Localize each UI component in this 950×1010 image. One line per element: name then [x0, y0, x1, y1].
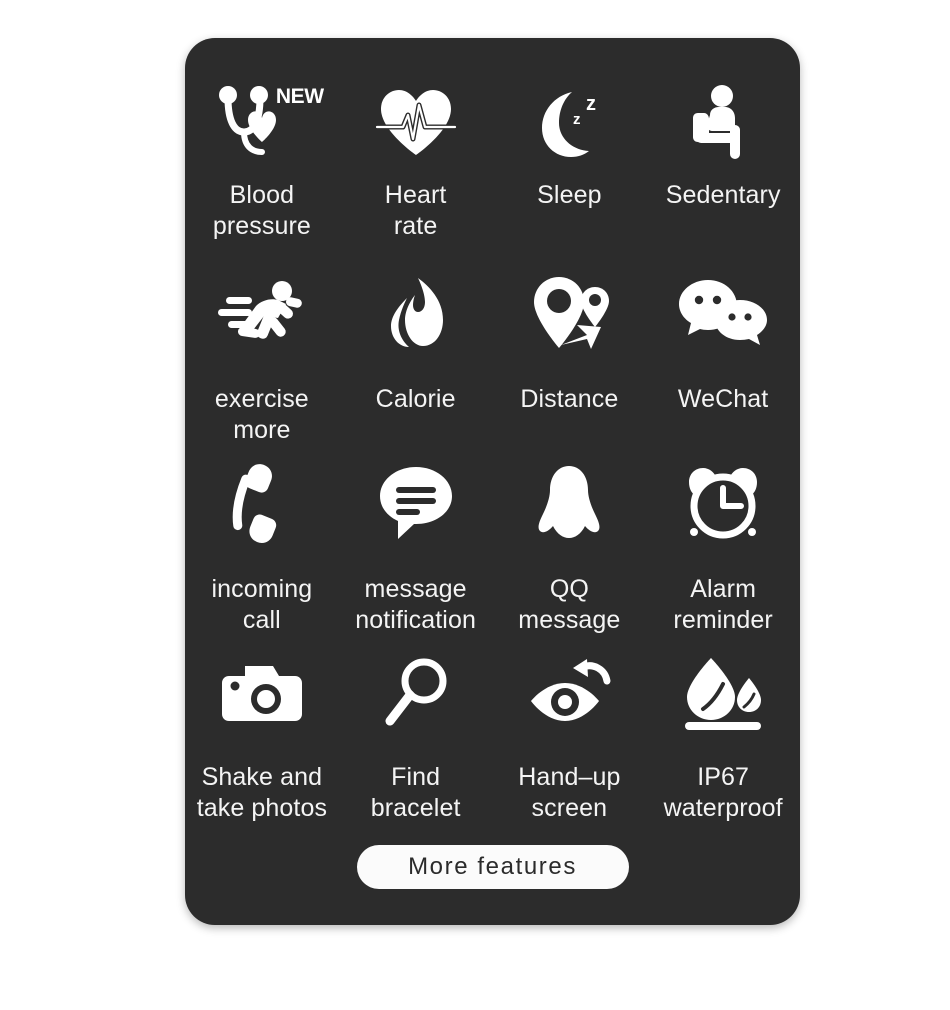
feature-label: Alarm reminder	[673, 575, 773, 634]
feature-item-exercise-more[interactable]: exercise more	[185, 268, 339, 458]
feature-label: Shake and take photos	[196, 763, 328, 822]
svg-text:z: z	[586, 93, 596, 115]
feature-label: WeChat	[677, 385, 769, 413]
feature-item-shake-take-photos[interactable]: Shake and take photos	[185, 648, 339, 838]
distance-map-pins-icon	[509, 274, 629, 352]
wechat-bubbles-icon	[663, 274, 783, 352]
feature-card: NEW Blood pressure Heart rate z z Sleep …	[185, 38, 800, 925]
stethoscope-blood-pressure-icon: NEW	[202, 84, 324, 162]
sedentary-seated-person-icon	[663, 84, 783, 162]
feature-item-blood-pressure[interactable]: NEW Blood pressure	[185, 78, 339, 268]
heart-rate-ecg-icon	[356, 84, 476, 162]
alarm-clock-icon	[663, 464, 783, 542]
feature-item-find-bracelet[interactable]: Find bracelet	[339, 648, 493, 838]
feature-label: QQ message	[518, 575, 621, 634]
feature-item-qq-message[interactable]: QQ message	[493, 458, 647, 648]
magnifier-search-icon	[356, 654, 476, 732]
feature-grid: NEW Blood pressure Heart rate z z Sleep …	[185, 78, 800, 838]
more-features-button[interactable]: More features	[356, 845, 629, 889]
feature-label: message notification	[355, 575, 476, 634]
feature-label: exercise more	[214, 385, 309, 444]
feature-item-ip67-waterproof[interactable]: IP67 waterproof	[646, 648, 800, 838]
feature-label: Sedentary	[665, 181, 781, 209]
feature-item-distance[interactable]: Distance	[493, 268, 647, 458]
feature-label: Blood pressure	[212, 181, 311, 240]
feature-item-incoming-call[interactable]: incoming call	[185, 458, 339, 648]
feature-label: incoming call	[211, 575, 313, 634]
incoming-call-handset-icon	[202, 464, 322, 543]
feature-item-message-notification[interactable]: message notification	[339, 458, 493, 648]
feature-label: Hand–up screen	[518, 763, 621, 822]
eye-raise-hand-icon	[509, 654, 629, 732]
calorie-flame-icon	[356, 274, 476, 352]
feature-item-calorie[interactable]: Calorie	[339, 268, 493, 458]
feature-label: Sleep	[537, 181, 602, 209]
feature-label: Calorie	[375, 385, 456, 413]
message-bubble-icon	[356, 464, 476, 542]
feature-item-sedentary[interactable]: Sedentary	[646, 78, 800, 268]
water-droplet-icon	[663, 654, 783, 732]
feature-item-wechat[interactable]: WeChat	[646, 268, 800, 458]
camera-shutter-icon	[202, 654, 322, 732]
sleep-moon-zzz-icon: z z	[509, 84, 629, 162]
qq-penguin-icon	[509, 464, 629, 542]
feature-item-heart-rate[interactable]: Heart rate	[339, 78, 493, 268]
feature-label: Heart rate	[384, 181, 447, 240]
feature-label: Distance	[520, 385, 619, 413]
svg-text:z: z	[573, 111, 581, 128]
feature-item-alarm-reminder[interactable]: Alarm reminder	[646, 458, 800, 648]
feature-label: IP67 waterproof	[663, 763, 783, 822]
running-person-icon	[202, 274, 322, 352]
feature-item-sleep[interactable]: z z Sleep	[493, 78, 647, 268]
feature-label: Find bracelet	[370, 763, 461, 822]
new-badge: NEW	[275, 85, 324, 108]
feature-item-hand-up-screen[interactable]: Hand–up screen	[493, 648, 647, 838]
